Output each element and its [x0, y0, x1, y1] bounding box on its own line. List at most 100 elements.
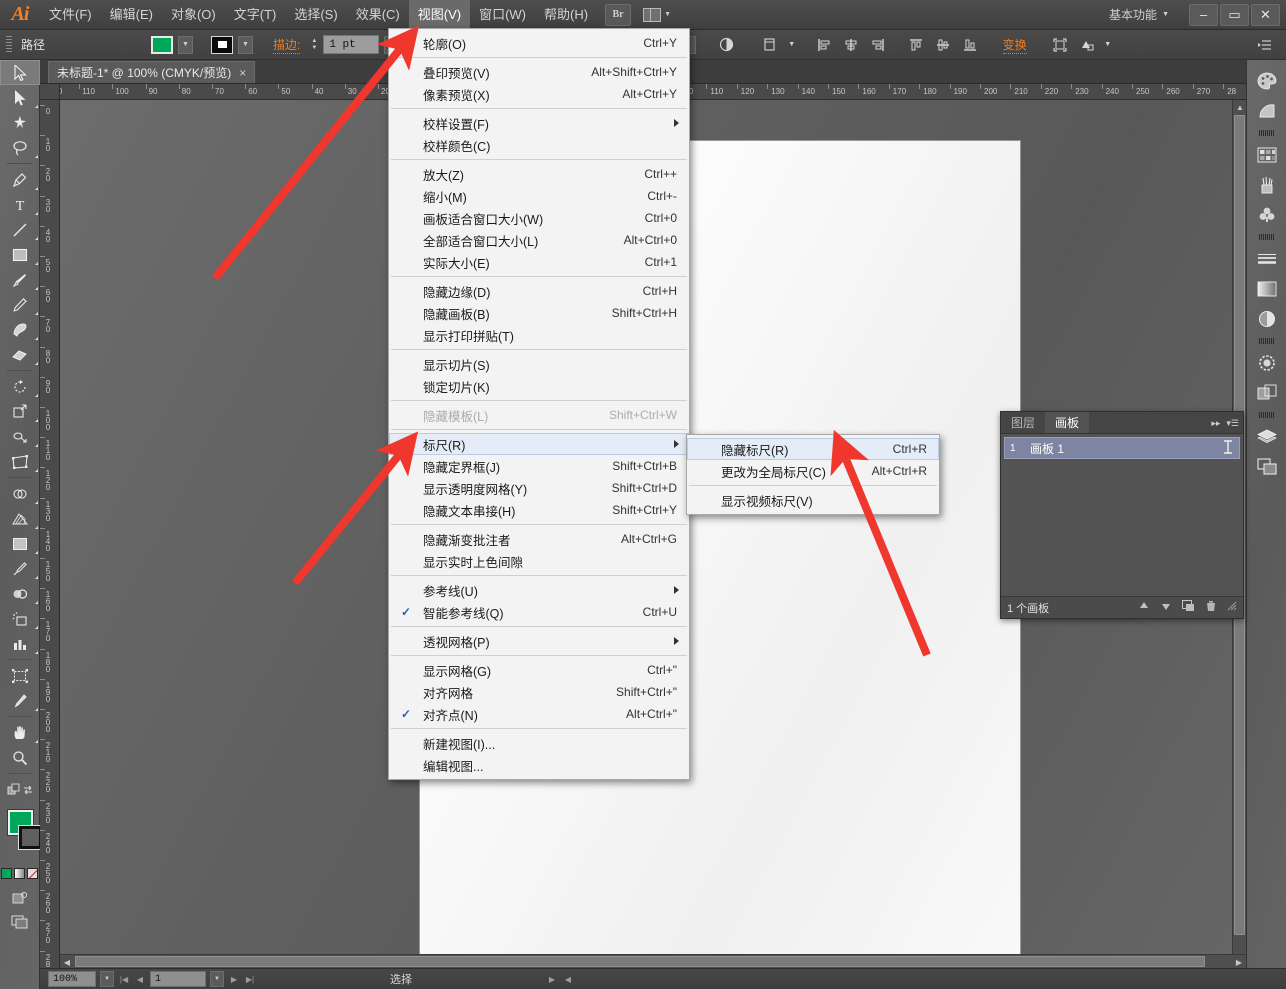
- screen-mode-icon[interactable]: [0, 915, 39, 929]
- transparency-panel-icon[interactable]: [1250, 304, 1284, 334]
- panel-options-menu-icon[interactable]: ▾☰: [1226, 418, 1239, 429]
- artboard-number-input[interactable]: 1: [150, 971, 206, 987]
- slice-tool[interactable]: [0, 688, 40, 713]
- view-menu-item[interactable]: 画板适合窗口大小(W) Ctrl+0: [389, 207, 689, 229]
- status-resize-icon[interactable]: ◀: [562, 971, 574, 987]
- view-menu-item[interactable]: 隐藏渐变批注者 Alt+Ctrl+G: [389, 528, 689, 550]
- delete-artboard-icon[interactable]: [1205, 600, 1217, 615]
- type-tool[interactable]: T: [0, 192, 40, 217]
- drawing-mode-icon[interactable]: [0, 891, 39, 905]
- artboard-list-item[interactable]: 1 画板 1: [1004, 437, 1240, 459]
- close-button[interactable]: ✕: [1251, 3, 1280, 26]
- graphic-styles-icon[interactable]: [1250, 378, 1284, 408]
- pen-tool[interactable]: [0, 167, 40, 192]
- view-menu-item[interactable]: 显示打印拼贴(T): [389, 324, 689, 346]
- align-center-horizontal-icon[interactable]: [840, 35, 862, 55]
- arrange-documents-icon[interactable]: ▼: [643, 7, 671, 22]
- view-menu-item[interactable]: 像素预览(X) Alt+Ctrl+Y: [389, 83, 689, 105]
- view-menu-item[interactable]: 校样颜色(C): [389, 134, 689, 156]
- color-button[interactable]: [1, 868, 12, 879]
- last-artboard-icon[interactable]: ▶|: [244, 971, 256, 987]
- artboard-options-icon[interactable]: [1222, 439, 1234, 457]
- transform-label[interactable]: 变换: [1002, 36, 1027, 54]
- collapse-panel-icon[interactable]: ▸▸: [1211, 418, 1220, 429]
- stroke-dropdown-icon[interactable]: ▼: [238, 35, 254, 54]
- free-transform-tool[interactable]: [0, 449, 40, 474]
- menu-type[interactable]: 文字(T): [225, 0, 286, 30]
- blob-brush-tool[interactable]: [0, 317, 40, 342]
- horizontal-scroll-thumb[interactable]: [75, 956, 1205, 967]
- menu-file[interactable]: 文件(F): [40, 0, 101, 30]
- view-menu-item[interactable]: 编辑视图...: [389, 754, 689, 776]
- scroll-left-icon[interactable]: ◀: [60, 955, 74, 969]
- layers-panel-icon[interactable]: [1250, 422, 1284, 452]
- view-menu-dropdown[interactable]: 轮廓(O) Ctrl+Y 叠印预览(V) Alt+Shift+Ctrl+Y 像素预览(X…: [388, 28, 690, 780]
- zoom-dropdown-icon[interactable]: ▼: [100, 971, 114, 987]
- view-menu-item[interactable]: 显示透明度网格(Y) Shift+Ctrl+D: [389, 477, 689, 499]
- workspace-switcher[interactable]: 基本功能 ▼: [1099, 4, 1179, 26]
- view-menu-item[interactable]: 轮廓(O) Ctrl+Y: [389, 32, 689, 54]
- horizontal-scrollbar[interactable]: ◀ ▶: [60, 954, 1246, 968]
- mesh-tool[interactable]: [0, 531, 40, 556]
- symbols-panel-icon[interactable]: [1250, 200, 1284, 230]
- direct-selection-tool[interactable]: [0, 85, 40, 110]
- view-menu-item[interactable]: ✓ 智能参考线(Q) Ctrl+U: [389, 601, 689, 623]
- fill-stroke-indicator[interactable]: [0, 808, 42, 864]
- align-right-icon[interactable]: [867, 35, 889, 55]
- ruler-submenu-dropdown[interactable]: 隐藏标尺(R) Ctrl+R 更改为全局标尺(C) Alt+Ctrl+R 显示视频标尺(…: [686, 434, 940, 515]
- panel-resize-grip-icon[interactable]: [1227, 601, 1237, 614]
- symbol-sprayer-tool[interactable]: [0, 606, 40, 631]
- fill-color-swatch[interactable]: [151, 35, 174, 54]
- new-artboard-icon[interactable]: [1182, 600, 1195, 615]
- artboard-dropdown-icon[interactable]: ▼: [210, 971, 224, 987]
- line-segment-tool[interactable]: [0, 217, 40, 242]
- view-menu-item[interactable]: 缩小(M) Ctrl+-: [389, 185, 689, 207]
- view-menu-item[interactable]: 全部适合窗口大小(L) Alt+Ctrl+0: [389, 229, 689, 251]
- view-menu-item[interactable]: 隐藏边缘(D) Ctrl+H: [389, 280, 689, 302]
- rectangle-tool[interactable]: [0, 242, 40, 267]
- align-bottom-icon[interactable]: [959, 35, 981, 55]
- fill-stroke-swap-icon[interactable]: [0, 777, 40, 802]
- ruler-submenu-item[interactable]: 更改为全局标尺(C) Alt+Ctrl+R: [687, 460, 939, 482]
- view-menu-item[interactable]: 显示网格(G) Ctrl+": [389, 659, 689, 681]
- align-dropdown-icon[interactable]: ▼: [787, 35, 797, 55]
- bridge-icon[interactable]: Br: [605, 3, 632, 26]
- first-artboard-icon[interactable]: |◀: [118, 971, 130, 987]
- gradient-panel-icon[interactable]: [1250, 274, 1284, 304]
- move-down-icon[interactable]: [1160, 600, 1172, 615]
- perspective-grid-tool[interactable]: [0, 506, 40, 531]
- artboards-panel-icon[interactable]: [1250, 452, 1284, 482]
- close-icon[interactable]: ×: [239, 66, 246, 80]
- swatches-panel-icon[interactable]: [1250, 140, 1284, 170]
- color-panel-icon[interactable]: [1250, 66, 1284, 96]
- fill-dropdown-icon[interactable]: ▼: [178, 35, 194, 54]
- view-menu-item[interactable]: 新建视图(I)...: [389, 732, 689, 754]
- vertical-ruler[interactable]: 0 10 20 30 40 50 60 70 80 90 100 110 120 130 140 150 160…: [40, 100, 60, 968]
- view-menu-item[interactable]: 隐藏文本串接(H) Shift+Ctrl+Y: [389, 499, 689, 521]
- menu-select[interactable]: 选择(S): [285, 0, 346, 30]
- maximize-button[interactable]: ▭: [1220, 3, 1249, 26]
- view-menu-item[interactable]: 叠印预览(V) Alt+Shift+Ctrl+Y: [389, 61, 689, 83]
- tab-layers[interactable]: 图层: [1001, 412, 1045, 433]
- ruler-submenu-item[interactable]: 隐藏标尺(R) Ctrl+R: [687, 438, 939, 460]
- dock-grip[interactable]: [1258, 338, 1275, 344]
- color-guide-icon[interactable]: [1250, 96, 1284, 126]
- options-bar-grip[interactable]: [6, 35, 12, 54]
- dock-grip[interactable]: [1258, 234, 1275, 240]
- isolate-group-icon[interactable]: [1049, 35, 1071, 55]
- stroke-panel-icon[interactable]: [1250, 244, 1284, 274]
- blend-tool[interactable]: [0, 581, 40, 606]
- stroke-stepper[interactable]: ▲ ▼: [311, 38, 317, 52]
- stroke-swatch[interactable]: [19, 826, 42, 849]
- dock-grip[interactable]: [1258, 130, 1275, 136]
- stroke-color-swatch[interactable]: [211, 35, 234, 54]
- opacity-icon[interactable]: [716, 35, 738, 55]
- view-menu-item[interactable]: 实际大小(E) Ctrl+1: [389, 251, 689, 273]
- stroke-weight-label[interactable]: 描边:: [273, 36, 301, 54]
- lasso-tool[interactable]: [0, 135, 40, 160]
- pencil-tool[interactable]: [0, 292, 40, 317]
- view-menu-item[interactable]: 显示实时上色间隙: [389, 550, 689, 572]
- ruler-submenu-item[interactable]: 显示视频标尺(V): [687, 489, 939, 511]
- menu-help[interactable]: 帮助(H): [535, 0, 597, 30]
- next-artboard-icon[interactable]: ▶: [228, 971, 240, 987]
